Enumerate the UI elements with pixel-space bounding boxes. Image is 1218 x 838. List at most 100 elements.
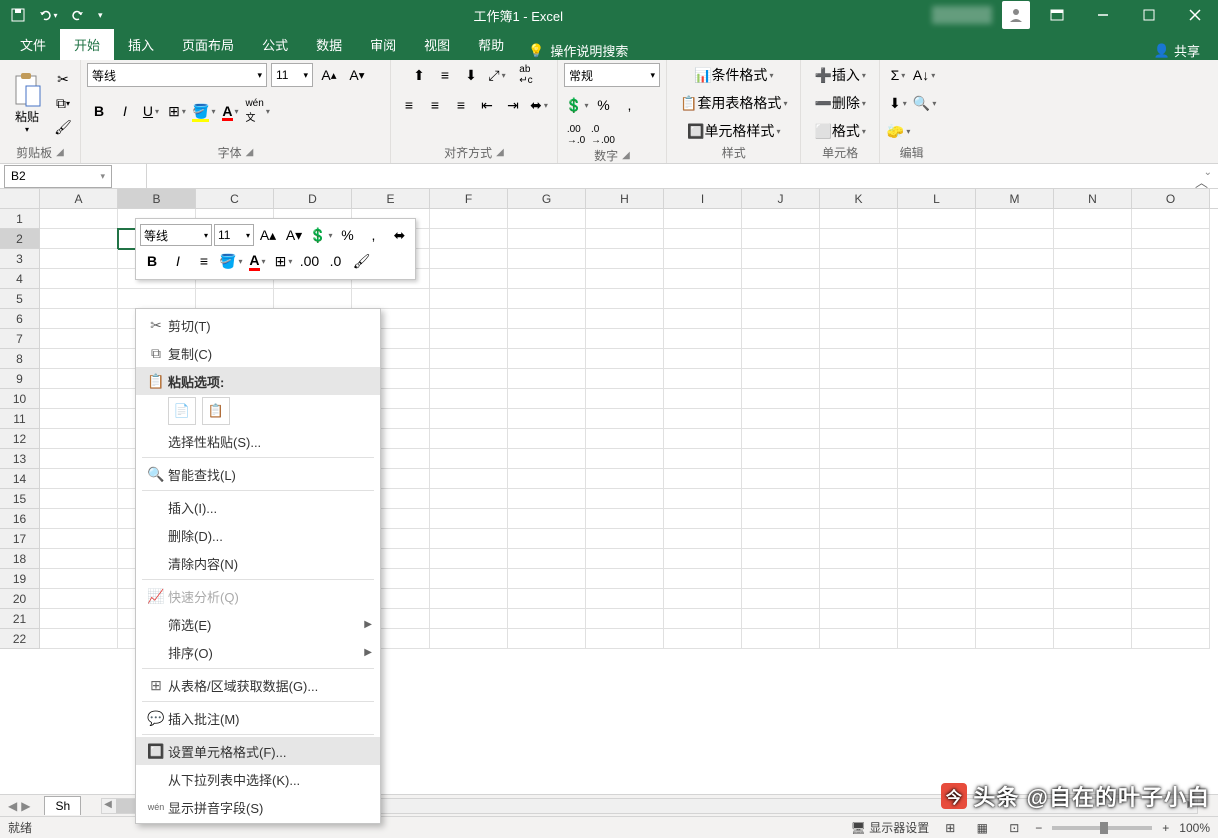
cell-L8[interactable] <box>898 349 976 369</box>
menu-copy[interactable]: ⧉复制(C) <box>136 339 380 367</box>
maximize-button[interactable] <box>1126 0 1172 30</box>
paste-option-values[interactable]: 📋 <box>202 397 230 425</box>
cell-I21[interactable] <box>664 609 742 629</box>
mini-dec-decimal[interactable]: .0 <box>323 249 347 273</box>
mini-size-combo[interactable]: 11▾ <box>214 224 254 246</box>
cell-J22[interactable] <box>742 629 820 649</box>
cell-I16[interactable] <box>664 509 742 529</box>
cell-A15[interactable] <box>40 489 118 509</box>
cell-F17[interactable] <box>430 529 508 549</box>
mini-accounting[interactable]: 💲▾ <box>308 223 333 247</box>
mini-merge[interactable]: ⬌ <box>387 223 411 247</box>
cell-G12[interactable] <box>508 429 586 449</box>
cell-J11[interactable] <box>742 409 820 429</box>
menu-paste-special[interactable]: 选择性粘贴(S)... <box>136 427 380 455</box>
cell-K19[interactable] <box>820 569 898 589</box>
cell-G1[interactable] <box>508 209 586 229</box>
cell-N10[interactable] <box>1054 389 1132 409</box>
page-layout-view-button[interactable]: ▦ <box>971 819 993 837</box>
cell-N8[interactable] <box>1054 349 1132 369</box>
cell-L15[interactable] <box>898 489 976 509</box>
align-middle-button[interactable]: ≡ <box>433 63 457 87</box>
cell-J3[interactable] <box>742 249 820 269</box>
tab-formulas[interactable]: 公式 <box>248 29 302 60</box>
cell-J18[interactable] <box>742 549 820 569</box>
align-right-button[interactable]: ≡ <box>449 93 473 117</box>
cell-F18[interactable] <box>430 549 508 569</box>
fill-color-button[interactable]: 🪣▾ <box>191 99 216 123</box>
cell-L16[interactable] <box>898 509 976 529</box>
cell-K12[interactable] <box>820 429 898 449</box>
cell-I5[interactable] <box>664 289 742 309</box>
cell-M2[interactable] <box>976 229 1054 249</box>
italic-button[interactable]: I <box>113 99 137 123</box>
cell-M8[interactable] <box>976 349 1054 369</box>
row-header-10[interactable]: 10 <box>0 389 40 409</box>
cell-A6[interactable] <box>40 309 118 329</box>
cell-K9[interactable] <box>820 369 898 389</box>
col-header-C[interactable]: C <box>196 189 274 208</box>
decrease-decimal-button[interactable]: .0→.00 <box>590 123 616 147</box>
col-header-D[interactable]: D <box>274 189 352 208</box>
cell-L22[interactable] <box>898 629 976 649</box>
cell-O1[interactable] <box>1132 209 1210 229</box>
mini-decrease-font[interactable]: A▾ <box>282 223 306 247</box>
cell-M20[interactable] <box>976 589 1054 609</box>
cell-G16[interactable] <box>508 509 586 529</box>
cell-O12[interactable] <box>1132 429 1210 449</box>
row-header-21[interactable]: 21 <box>0 609 40 629</box>
cell-G9[interactable] <box>508 369 586 389</box>
border-button[interactable]: ⊞▾ <box>165 99 189 123</box>
cell-H9[interactable] <box>586 369 664 389</box>
cell-I15[interactable] <box>664 489 742 509</box>
paste-option-all[interactable]: 📄 <box>168 397 196 425</box>
cell-J5[interactable] <box>742 289 820 309</box>
increase-decimal-button[interactable]: .00→.0 <box>564 123 588 147</box>
cell-J8[interactable] <box>742 349 820 369</box>
cell-O2[interactable] <box>1132 229 1210 249</box>
cell-N21[interactable] <box>1054 609 1132 629</box>
cell-H11[interactable] <box>586 409 664 429</box>
cell-N16[interactable] <box>1054 509 1132 529</box>
cell-K13[interactable] <box>820 449 898 469</box>
decrease-indent-button[interactable]: ⇤ <box>475 93 499 117</box>
cell-F21[interactable] <box>430 609 508 629</box>
accounting-button[interactable]: 💲▾ <box>564 93 589 117</box>
row-header-7[interactable]: 7 <box>0 329 40 349</box>
conditional-format-button[interactable]: 📊 条件格式▾ <box>673 63 794 87</box>
row-header-12[interactable]: 12 <box>0 429 40 449</box>
number-format-combo[interactable]: 常规▾ <box>564 63 660 87</box>
cell-H10[interactable] <box>586 389 664 409</box>
cell-O16[interactable] <box>1132 509 1210 529</box>
cell-F1[interactable] <box>430 209 508 229</box>
col-header-B[interactable]: B <box>118 189 196 208</box>
select-all-corner[interactable] <box>0 189 40 208</box>
zoom-out-button[interactable]: − <box>1035 821 1042 835</box>
cell-J16[interactable] <box>742 509 820 529</box>
cell-H6[interactable] <box>586 309 664 329</box>
cell-L13[interactable] <box>898 449 976 469</box>
menu-cut[interactable]: ✂剪切(T) <box>136 311 380 339</box>
row-header-11[interactable]: 11 <box>0 409 40 429</box>
insert-cells-button[interactable]: ➕ 插入▾ <box>807 63 872 87</box>
cell-I11[interactable] <box>664 409 742 429</box>
cell-G5[interactable] <box>508 289 586 309</box>
cell-N18[interactable] <box>1054 549 1132 569</box>
cell-K17[interactable] <box>820 529 898 549</box>
cell-N22[interactable] <box>1054 629 1132 649</box>
cell-M15[interactable] <box>976 489 1054 509</box>
cell-F5[interactable] <box>430 289 508 309</box>
cell-A5[interactable] <box>40 289 118 309</box>
cell-J4[interactable] <box>742 269 820 289</box>
increase-font-button[interactable]: A▴ <box>317 63 341 87</box>
col-header-M[interactable]: M <box>976 189 1054 208</box>
col-header-F[interactable]: F <box>430 189 508 208</box>
cell-H12[interactable] <box>586 429 664 449</box>
cell-A8[interactable] <box>40 349 118 369</box>
account-avatar[interactable] <box>1002 1 1030 29</box>
paste-button[interactable]: 粘贴 ▾ <box>6 70 48 136</box>
cell-I20[interactable] <box>664 589 742 609</box>
cell-K11[interactable] <box>820 409 898 429</box>
cell-M14[interactable] <box>976 469 1054 489</box>
cell-G20[interactable] <box>508 589 586 609</box>
